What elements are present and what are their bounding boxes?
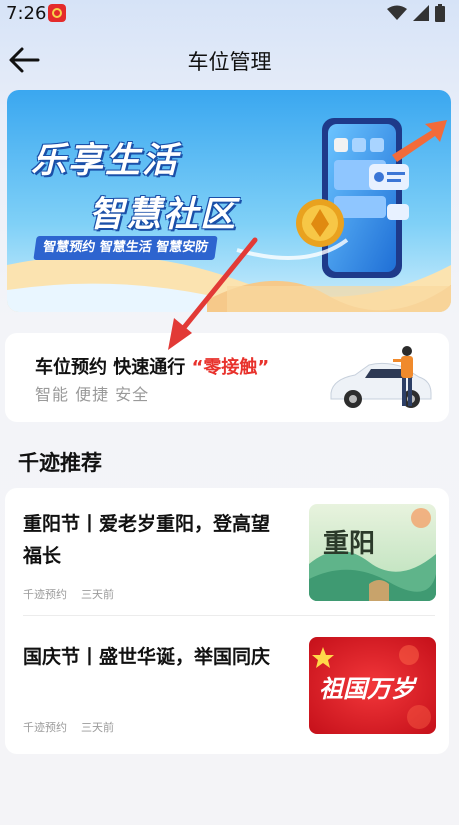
national-day-thumbnail-image: 祖国万岁 <box>309 637 436 734</box>
article-thumbnail: 祖国万岁 <box>309 637 436 734</box>
article-item[interactable]: 国庆节丨盛世华诞，举国同庆 千迹预约 三天前 祖国万岁 <box>5 621 449 753</box>
status-time: 7:26 <box>6 3 47 24</box>
chongyang-thumbnail-image: 重阳 <box>309 504 436 601</box>
page-title: 车位管理 <box>187 50 272 74</box>
article-title: 重阳节丨爱老岁重阳，登高望福长 <box>23 513 271 567</box>
status-bar: 7:26 <box>0 0 459 26</box>
article-list: 重阳节丨爱老岁重阳，登高望福长 千迹预约 三天前 重阳 国庆节丨盛世华诞，举国同… <box>5 488 449 754</box>
section-title-recommend: 千迹推荐 <box>18 451 102 475</box>
article-time: 三天前 <box>81 721 114 734</box>
promo-subtitle: 智能 便捷 安全 <box>35 385 150 404</box>
article-title: 国庆节丨盛世华诞，举国同庆 <box>23 646 271 668</box>
promo-highlight: “零接触” <box>191 357 270 378</box>
banner-tags: 智慧预约 智慧生活 智慧安防 <box>33 236 218 260</box>
battery-icon <box>435 4 445 22</box>
wifi-icon <box>387 5 407 20</box>
app-notification-icon <box>48 4 66 22</box>
status-icons <box>387 4 445 22</box>
article-meta: 千迹预约 三天前 <box>23 586 114 602</box>
article-source: 千迹预约 <box>23 721 67 734</box>
parking-reservation-card[interactable]: 车位预约 快速通行 “零接触” 智能 便捷 安全 <box>5 333 449 422</box>
article-item[interactable]: 重阳节丨爱老岁重阳，登高望福长 千迹预约 三天前 重阳 <box>5 488 449 620</box>
banner-title-line2: 智慧社区 <box>89 195 238 235</box>
promo-headline-text: 车位预约 快速通行 <box>35 357 186 378</box>
banner[interactable]: 乐享生活 智慧社区 智慧预约 智慧生活 智慧安防 <box>7 90 451 312</box>
promo-headline: 车位预约 快速通行 “零接触” <box>35 353 269 379</box>
thumb-text-chongyang: 重阳 <box>323 529 375 559</box>
signal-icon <box>413 5 429 21</box>
thumb-text-national-day: 祖国万岁 <box>319 674 418 703</box>
article-thumbnail: 重阳 <box>309 504 436 601</box>
article-time: 三天前 <box>81 588 114 601</box>
article-source: 千迹预约 <box>23 588 67 601</box>
divider <box>23 615 435 616</box>
banner-title-line1: 乐享生活 <box>31 141 180 181</box>
car-illustration <box>330 346 432 408</box>
article-meta: 千迹预约 三天前 <box>23 719 114 735</box>
nav-bar: 车位管理 <box>0 34 459 86</box>
